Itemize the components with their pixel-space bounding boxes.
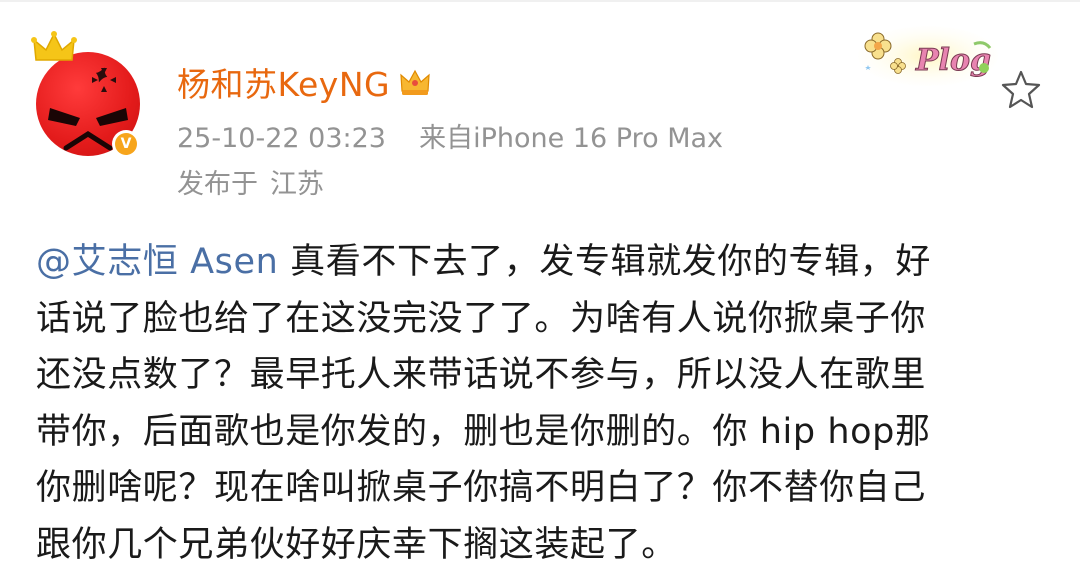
post-content: @艾志恒 Asen 真看不下去了，发专辑就发你的专辑，好 话说了脸也给了在这没完… xyxy=(36,234,1046,573)
star-outline-icon[interactable] xyxy=(1000,68,1042,110)
crown-icon xyxy=(31,31,77,61)
top-divider xyxy=(0,0,1080,2)
content-line-6: 跟你几个兄弟伙好好庆幸下搁这装起了。 xyxy=(36,524,677,565)
verified-v-icon: V xyxy=(115,133,137,155)
post-timestamp: 25-10-22 03:23 xyxy=(177,123,386,154)
username-row: 杨和苏KeyNG xyxy=(177,60,432,104)
post-location: 发布于 江苏 xyxy=(177,162,324,201)
username[interactable]: 杨和苏KeyNG xyxy=(177,58,390,106)
content-line-5: 你删啥呢？现在啥叫掀桌子你搞不明白了？你不替你自己 xyxy=(36,468,927,508)
plog-sticker-icon: Plog xyxy=(858,26,998,86)
verified-badge: V xyxy=(112,130,140,158)
content-line-1: @艾志恒 Asen 真看不下去了，发专辑就发你的专辑，好 xyxy=(36,234,1046,291)
weibo-post: V 杨和苏KeyNG 25-10-22 03:23 来自iPhone 16 Pr… xyxy=(0,0,1080,586)
location-prefix: 发布于 xyxy=(177,169,258,200)
mention-link[interactable]: @艾志恒 Asen xyxy=(36,242,278,282)
vip-crown-icon[interactable] xyxy=(398,67,432,97)
sticker-text: Plog xyxy=(915,43,991,78)
post-meta: 25-10-22 03:23 来自iPhone 16 Pro Max xyxy=(177,116,723,155)
plog-sticker: Plog xyxy=(858,24,998,86)
content-line-3: 还没点数了？最早托人来带话说不参与，所以没人在歌里 xyxy=(36,355,927,395)
content-line-4: 带你，后面歌也是你发的，删也是你删的。你 hip hop那 xyxy=(36,411,931,452)
content-line-2: 话说了脸也给了在这没完没了了。为啥有人说你掀桌子你 xyxy=(36,298,927,339)
location-name: 江苏 xyxy=(270,169,324,200)
content-line-1-text: 真看不下去了，发专辑就发你的专辑，好 xyxy=(278,242,931,282)
avatar-container[interactable]: V xyxy=(30,30,150,160)
post-source: 来自iPhone 16 Pro Max xyxy=(419,123,724,154)
